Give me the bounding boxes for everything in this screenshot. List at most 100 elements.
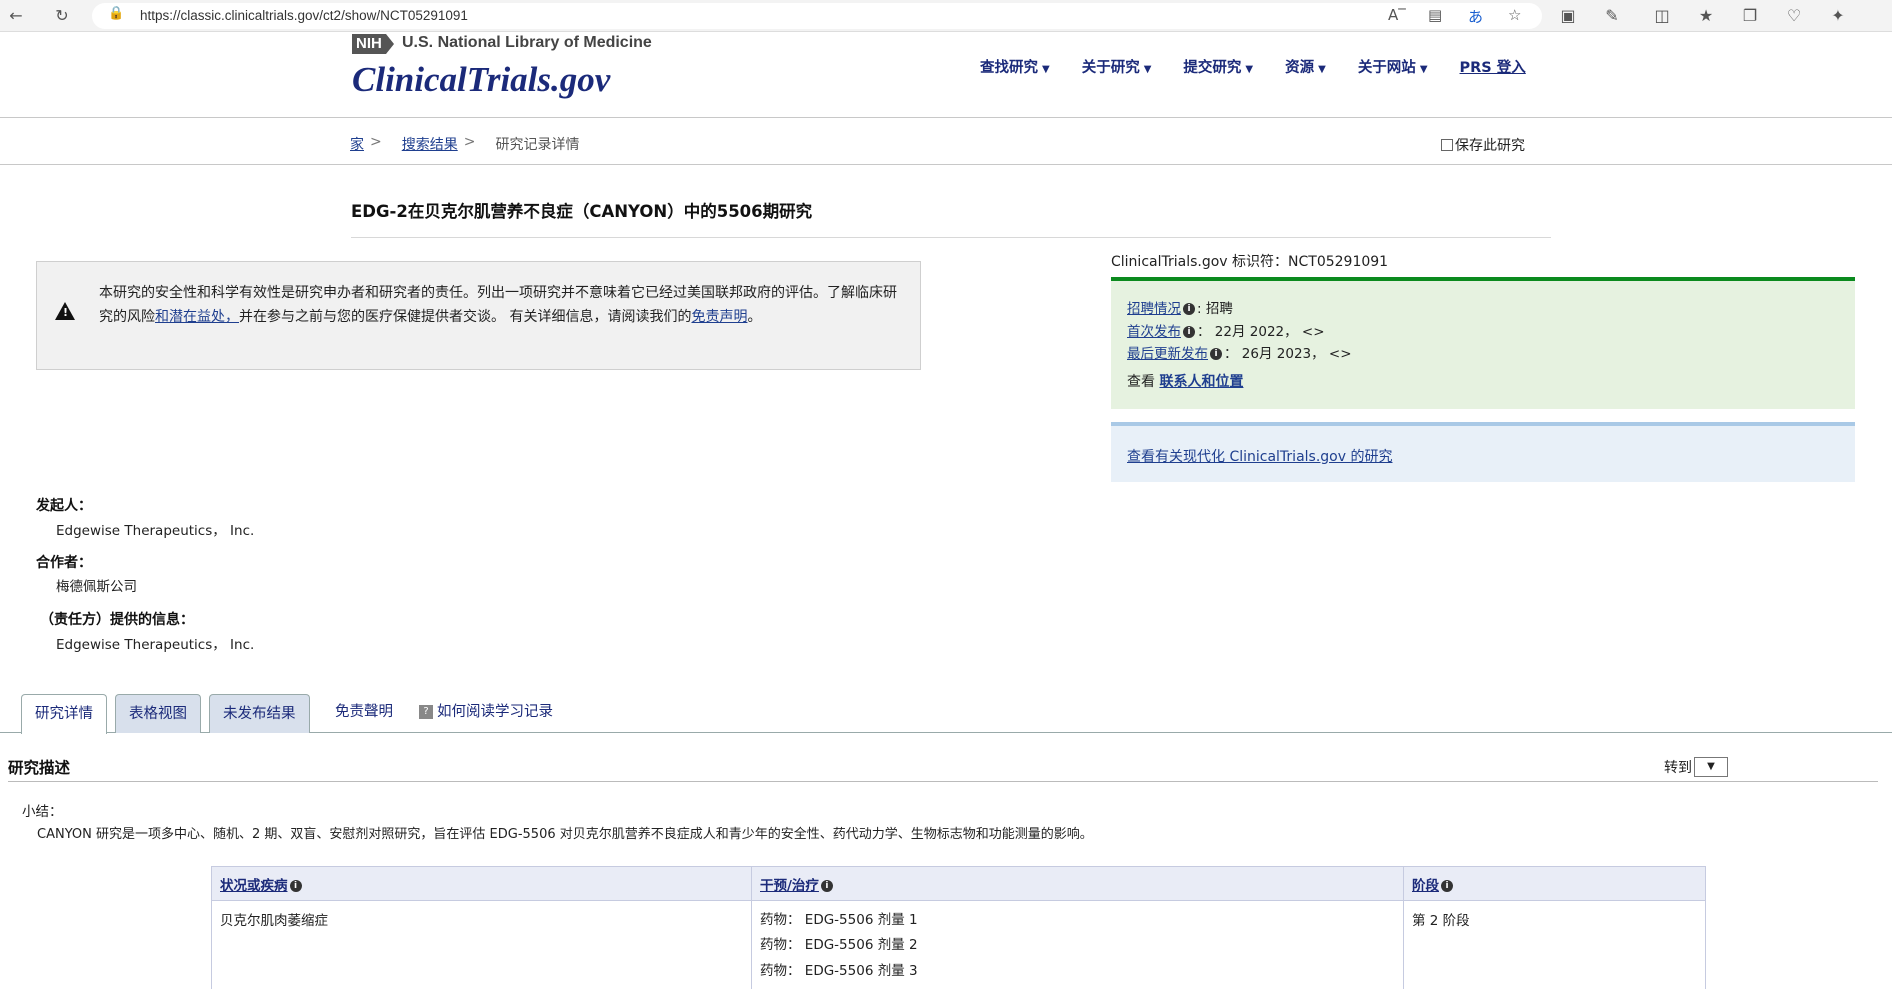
sponsor-label: 发起人：: [36, 498, 92, 514]
split-screen-icon[interactable]: ◫: [1650, 4, 1674, 28]
contacts-locations-link[interactable]: 联系人和位置: [1159, 374, 1243, 390]
breadcrumb-home[interactable]: 家: [350, 134, 364, 154]
nlm-title[interactable]: U.S. National Library of Medicine: [402, 34, 652, 52]
save-study-checkbox[interactable]: 保存此研究: [1441, 135, 1525, 155]
recruitment-status-link[interactable]: 招聘情况: [1127, 301, 1181, 317]
conditions-table: 状况或疾病 i 干预/治疗 i 阶段 i 贝克尔肌肉萎缩症 药物： EDG-5506 …: [211, 866, 1706, 989]
intervention-item: 药物： EDG-5506 剂量 1: [760, 912, 918, 928]
last-update-link[interactable]: 最后更新发布: [1127, 346, 1208, 362]
info-icon[interactable]: i: [1183, 303, 1195, 315]
divider: [8, 781, 1878, 782]
intervention-item: 药物： EDG-5506 剂量 3: [760, 963, 918, 979]
condition-cell: 贝克尔肌肉萎缩症: [211, 900, 752, 989]
heart-icon[interactable]: ♡: [1782, 4, 1806, 28]
study-identifier: ClinicalTrials.gov 标识符：NCT05291091: [1111, 254, 1389, 270]
breadcrumb-bar: 家 > 搜索结果 > 研究记录详情 保存此研究: [0, 119, 1892, 165]
extension-icon[interactable]: ▣: [1556, 4, 1580, 28]
header-intervention[interactable]: 干预/治疗 i: [751, 866, 1404, 901]
info-icon[interactable]: i: [820, 879, 833, 892]
how-to-read-link[interactable]: ? 如何阅读学习记录: [419, 700, 553, 721]
tab-no-results[interactable]: 未发布结果: [209, 694, 310, 733]
goto-menu[interactable]: 转到 ▼: [1664, 757, 1728, 777]
nav-submit-studies[interactable]: 提交研究 ▼: [1183, 56, 1253, 77]
disclaimer-text: 本研究的安全性和科学有效性是研究申办者和研究者的责任。列出一项研究并不意味着它已…: [99, 285, 897, 325]
collections-icon[interactable]: ❐: [1738, 4, 1762, 28]
status-box: 招聘情况 i: 招聘 首次发布 i： 22月 2022， <> 最后更新发布 i： 2…: [1111, 277, 1855, 409]
favorite-star-icon[interactable]: ☆: [1508, 6, 1521, 24]
modernization-box: 查看有关现代化 ClinicalTrials.gov 的研究: [1111, 422, 1855, 482]
info-icon[interactable]: i: [289, 879, 302, 892]
goto-label: 转到: [1664, 760, 1692, 776]
modernization-link[interactable]: 查看有关现代化 ClinicalTrials.gov 的研究: [1127, 446, 1392, 466]
back-icon[interactable]: ←: [4, 4, 28, 28]
read-aloud-icon[interactable]: A‾: [1388, 6, 1406, 24]
lock-icon: 🔒: [108, 6, 125, 21]
tab-tabular-view[interactable]: 表格视图: [115, 694, 201, 733]
first-posted: 首次发布 i： 22月 2022， <>: [1127, 324, 1325, 340]
copilot-icon[interactable]: ✦: [1826, 4, 1850, 28]
tab-disclaimer[interactable]: 免责聲明: [335, 700, 393, 721]
caret-down-icon: ▼: [1318, 64, 1326, 75]
help-icon: ?: [419, 705, 433, 719]
contacts-row: 查看 联系人和位置: [1127, 374, 1244, 390]
responsible-party-label: （责任方）提供的信息：: [40, 612, 194, 628]
refresh-icon[interactable]: ↻: [50, 4, 74, 28]
chevron-down-icon: ▼: [1707, 761, 1715, 772]
breadcrumb-current: 研究记录详情: [495, 137, 580, 153]
summary-text: CANYON 研究是一项多中心、随机、2 期、双盲、安慰剂对照研究，旨在评估 E…: [37, 827, 1093, 842]
divider: [351, 237, 1551, 238]
collaborator-value: 梅德佩斯公司: [56, 579, 137, 595]
responsible-party-value: Edgewise Therapeutics， Inc.: [56, 637, 255, 653]
risks-benefits-link[interactable]: 和潜在益处，: [155, 309, 239, 325]
intervention-item: 药物： EDG-5506 剂量 2: [760, 937, 918, 953]
checkbox-icon[interactable]: [1441, 139, 1453, 151]
table-row: 贝克尔肌肉萎缩症 药物： EDG-5506 剂量 1 药物： EDG-5506 …: [211, 900, 1706, 989]
disclaimer-link[interactable]: 免责声明: [691, 309, 747, 325]
collaborator-label: 合作者：: [36, 555, 92, 571]
translate-icon[interactable]: あ: [1468, 6, 1483, 27]
nav-about-site[interactable]: 关于网站 ▼: [1358, 56, 1428, 77]
favorites-icon[interactable]: ★: [1694, 4, 1718, 28]
tab-study-details[interactable]: 研究详情: [21, 694, 107, 734]
page-title: EDG-2在贝克尔肌营养不良症（CANYON）中的5506期研究: [351, 202, 813, 221]
save-study-label: 保存此研究: [1455, 138, 1525, 154]
top-nav: 查找研究 ▼ 关于研究 ▼ 提交研究 ▼ 资源 ▼ 关于网站 ▼ PRS 登入: [980, 56, 1526, 77]
header-phase[interactable]: 阶段 i: [1403, 866, 1706, 901]
puzzle-icon[interactable]: ✎: [1600, 4, 1624, 28]
header-condition[interactable]: 状况或疾病 i: [211, 866, 752, 901]
summary-label: 小结：: [22, 804, 63, 820]
warning-icon: !: [55, 302, 75, 320]
first-posted-link[interactable]: 首次发布: [1127, 324, 1181, 340]
nih-logo[interactable]: NIH: [352, 34, 394, 54]
nav-about-studies[interactable]: 关于研究 ▼: [1082, 56, 1152, 77]
table-header-row: 状况或疾病 i 干预/治疗 i 阶段 i: [211, 866, 1706, 901]
caret-down-icon: ▼: [1245, 64, 1254, 75]
breadcrumb-search-results[interactable]: 搜索结果: [402, 134, 458, 154]
info-icon[interactable]: i: [1441, 879, 1453, 892]
info-icon[interactable]: i: [1183, 326, 1195, 338]
recruitment-status: 招聘情况 i: 招聘: [1127, 301, 1233, 317]
site-header: NIH U.S. National Library of Medicine Cl…: [0, 32, 1892, 118]
nav-resources[interactable]: 资源 ▼: [1285, 56, 1326, 77]
last-update-posted: 最后更新发布 i： 26月 2023， <>: [1127, 346, 1352, 362]
prs-login-link[interactable]: PRS 登入: [1460, 56, 1526, 77]
info-icon[interactable]: i: [1210, 348, 1222, 360]
immersive-reader-icon[interactable]: ▤: [1428, 6, 1442, 24]
tab-bar: 研究详情 表格视图 未发布结果 免责聲明 ? 如何阅读学习记录: [0, 692, 1892, 734]
breadcrumb-separator: >: [370, 134, 382, 150]
breadcrumb-separator: >: [463, 134, 476, 150]
nav-find-studies[interactable]: 查找研究 ▼: [980, 56, 1050, 77]
disclaimer-box: ! 本研究的安全性和科学有效性是研究申办者和研究者的责任。列出一项研究并不意味着…: [36, 261, 921, 370]
goto-dropdown[interactable]: ▼: [1694, 757, 1728, 777]
caret-down-icon: ▼: [1143, 64, 1152, 75]
breadcrumb: 家 > 搜索结果 > 研究记录详情: [350, 134, 579, 154]
address-bar[interactable]: 🔒 https://classic.clinicaltrials.gov/ct2…: [92, 3, 1542, 29]
url-text[interactable]: https://classic.clinicaltrials.gov/ct2/s…: [140, 8, 468, 23]
caret-down-icon: ▼: [1042, 64, 1050, 75]
browser-toolbar: ← ↻ 🔒 https://classic.clinicaltrials.gov…: [0, 0, 1892, 32]
caret-down-icon: ▼: [1419, 64, 1428, 75]
section-title: 研究描述: [8, 759, 71, 777]
phase-cell: 第 2 阶段: [1403, 900, 1706, 989]
clinicaltrials-logo[interactable]: ClinicalTrials.gov: [352, 60, 610, 100]
intervention-cell: 药物： EDG-5506 剂量 1 药物： EDG-5506 剂量 2 药物： …: [751, 900, 1404, 989]
